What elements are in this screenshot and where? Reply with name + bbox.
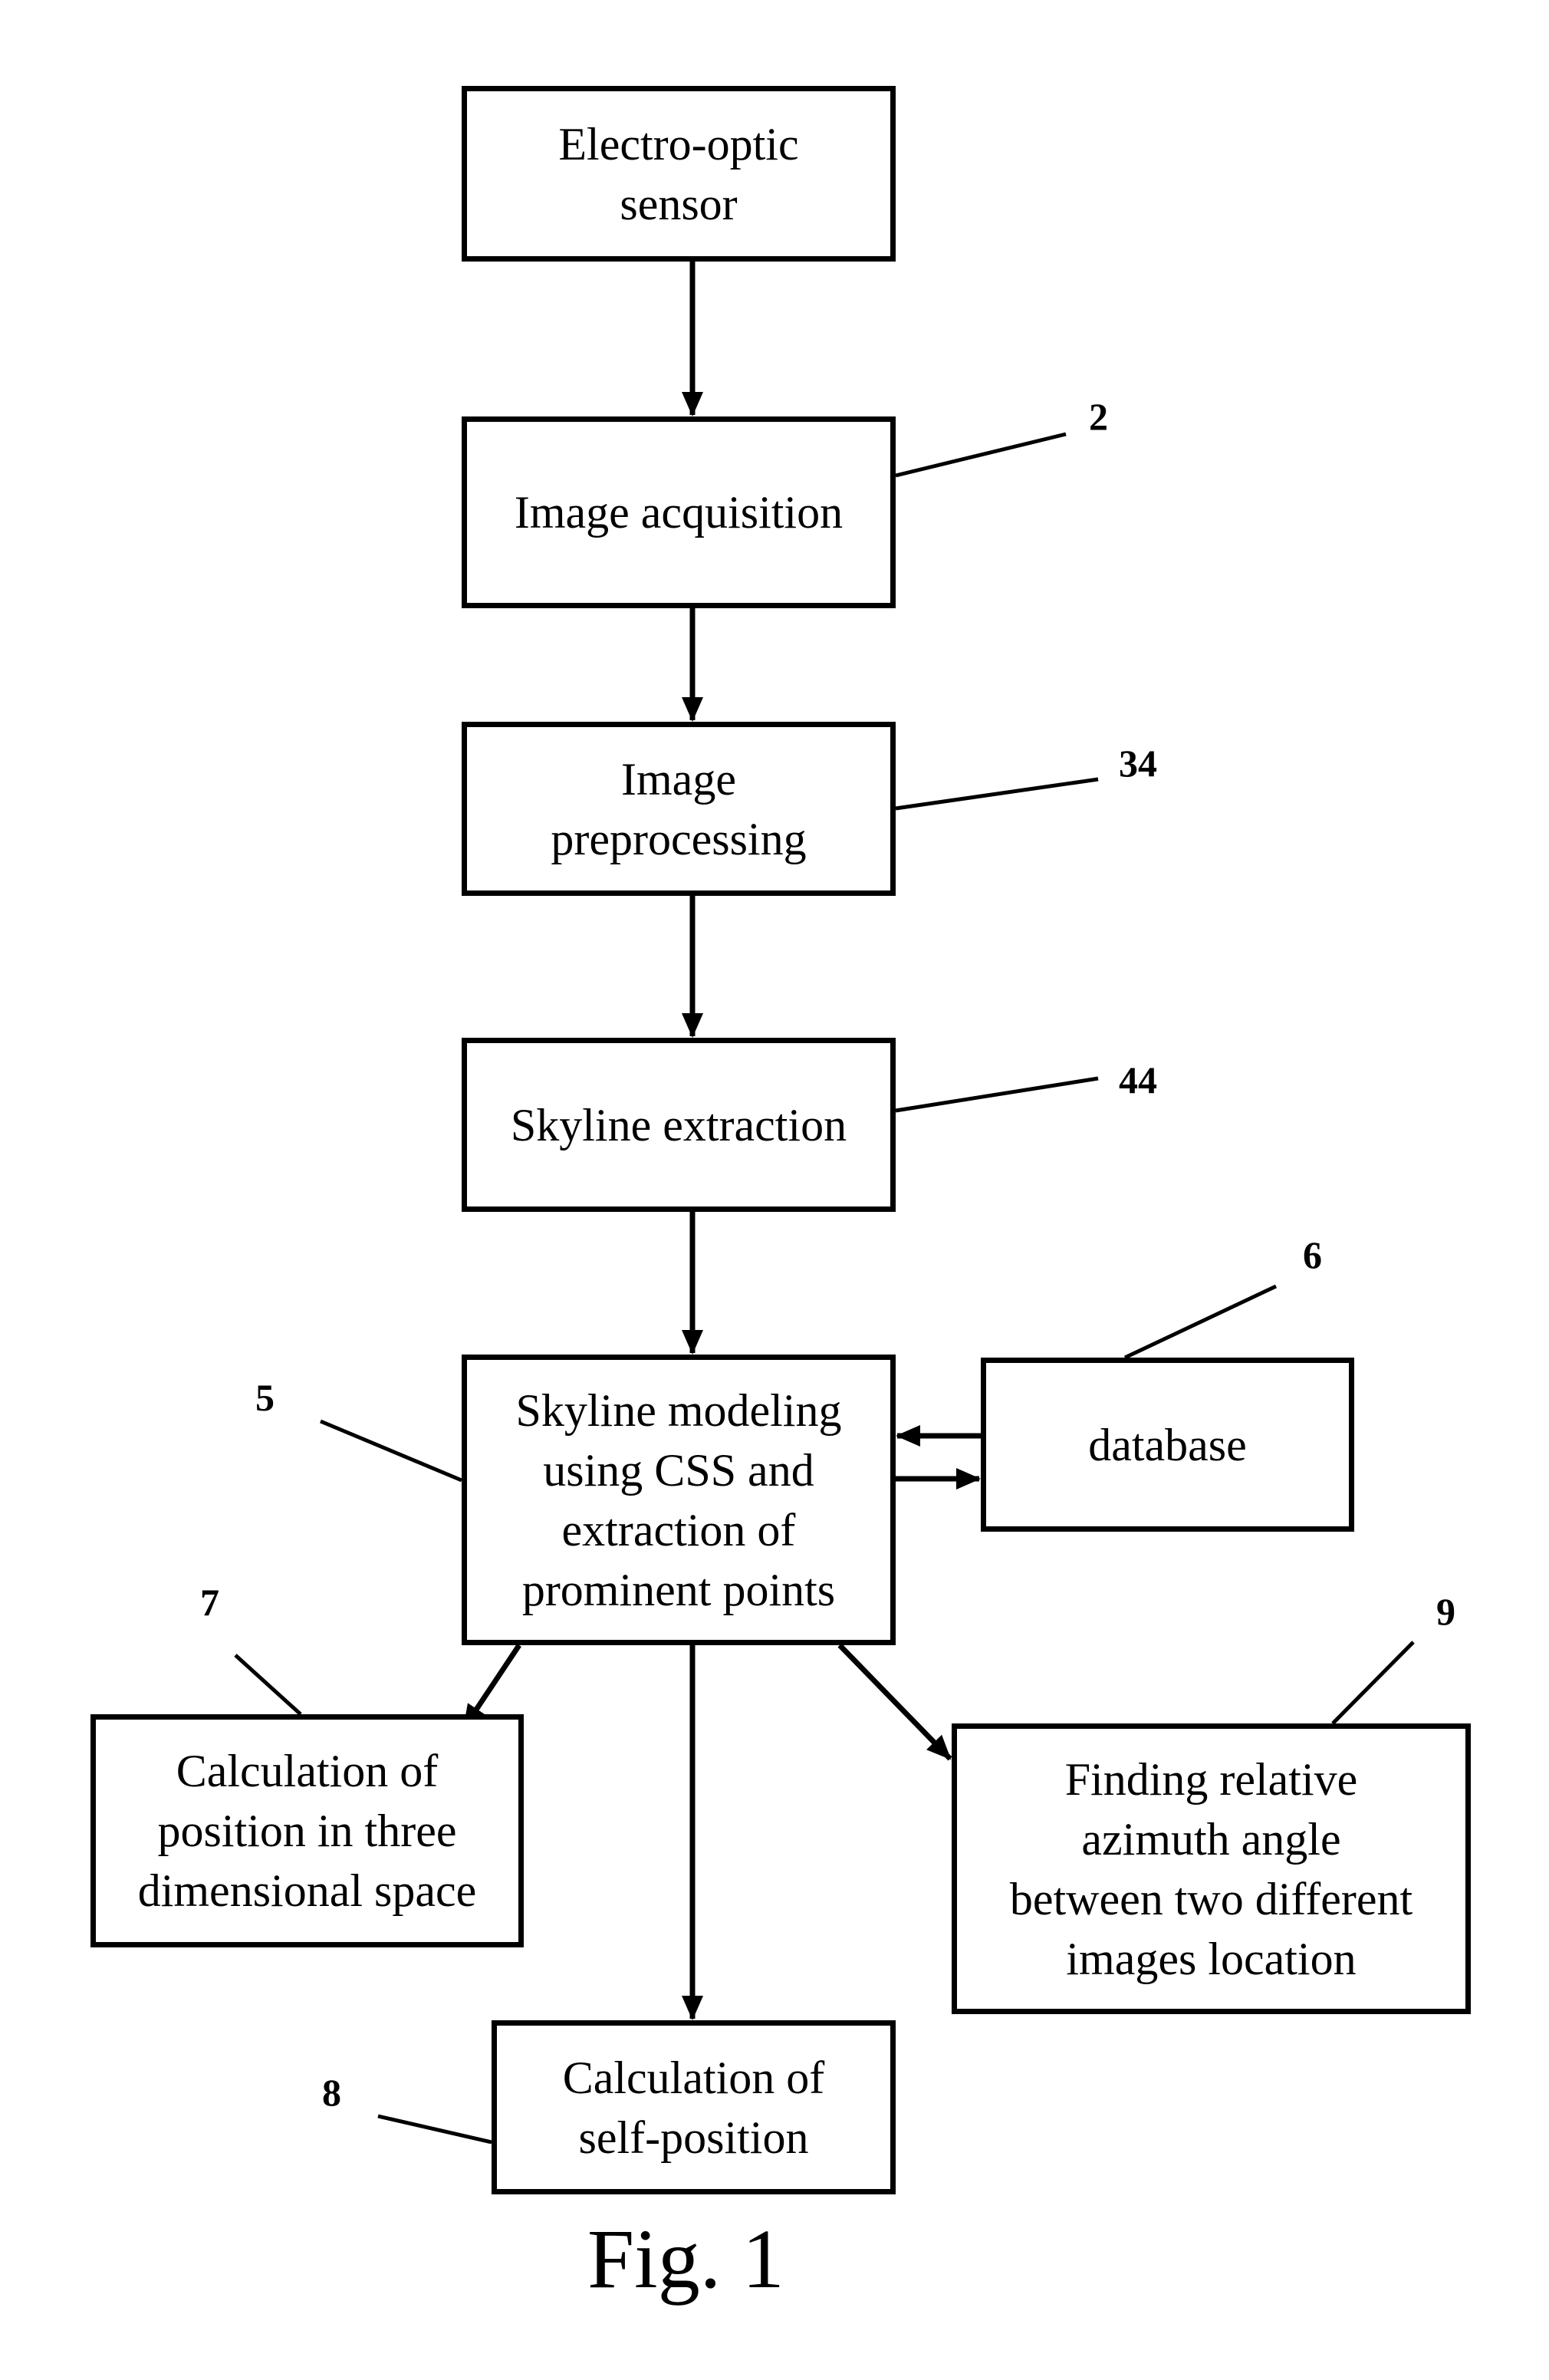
relative-azimuth-block: Finding relative azimuth angle between t… — [952, 1723, 1471, 2014]
database-block: database — [981, 1358, 1354, 1532]
leader-2 — [895, 432, 1067, 478]
block-label: Skyline extraction — [510, 1099, 847, 1150]
skyline-modeling-block: Skyline modeling using CSS and extractio… — [462, 1355, 896, 1645]
figure-caption: Fig. 1 — [587, 2212, 784, 2306]
leader-9 — [1331, 1641, 1415, 1725]
leader-5 — [320, 1419, 462, 1483]
block-label: Finding relative azimuth angle between t… — [1009, 1753, 1413, 1984]
leader-34 — [895, 777, 1099, 811]
ref-number-2: 2 — [1089, 395, 1108, 438]
leader-44 — [895, 1076, 1099, 1113]
block-label: Electro-optic sensor — [558, 118, 799, 229]
image-preprocessing-block: Image preprocessing — [462, 722, 896, 896]
block-label: database — [1088, 1419, 1247, 1470]
ref-number-7: 7 — [200, 1581, 219, 1624]
skyline-extraction-block: Skyline extraction — [462, 1038, 896, 1212]
ref-number-5: 5 — [255, 1376, 275, 1419]
block-label: Image preprocessing — [551, 753, 807, 864]
block-label: Calculation of self-position — [562, 2052, 825, 2163]
leader-6 — [1123, 1284, 1278, 1360]
block-label: Calculation of position in three dimensi… — [137, 1746, 477, 1916]
self-position-block: Calculation of self-position — [492, 2020, 896, 2194]
block-label: Skyline modeling using CSS and extractio… — [515, 1384, 842, 1615]
ref-number-8: 8 — [322, 2071, 341, 2114]
position-3d-block: Calculation of position in three dimensi… — [90, 1714, 524, 1947]
ref-number-34: 34 — [1119, 742, 1157, 785]
ref-number-9: 9 — [1436, 1590, 1455, 1633]
leader-7 — [234, 1654, 302, 1716]
electro-optic-sensor-block: Electro-optic sensor — [462, 86, 896, 262]
ref-number-6: 6 — [1303, 1233, 1322, 1276]
leader-8 — [377, 2114, 492, 2145]
image-acquisition-block: Image acquisition — [462, 416, 896, 608]
ref-number-44: 44 — [1119, 1058, 1157, 1101]
block-label: Image acquisition — [514, 487, 844, 538]
arrow-modeling-to-azimuth — [837, 1643, 952, 1761]
